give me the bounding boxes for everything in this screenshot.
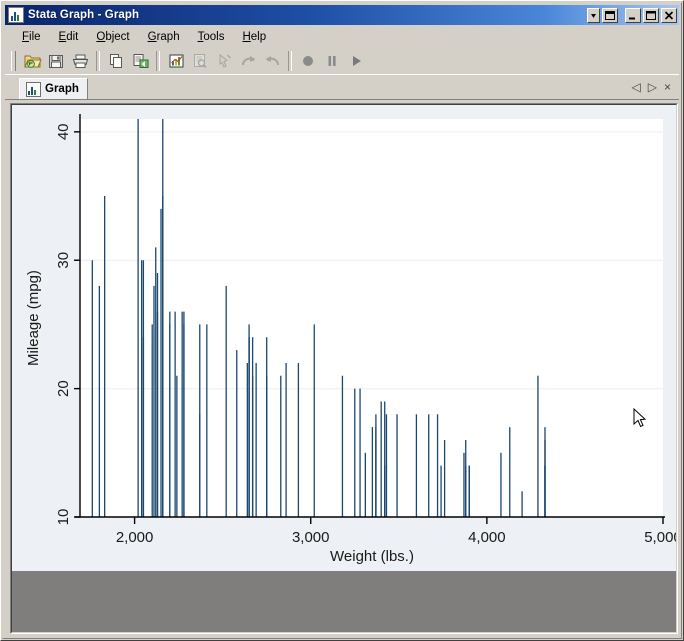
tabs-area: Graph (5, 76, 626, 100)
pointer-pin-button (212, 49, 236, 72)
menu-item-file[interactable]: File (13, 29, 50, 45)
window-inner-frame: Stata Graph - Graph File Edit Object Gra… (2, 2, 682, 639)
window-controls (587, 7, 677, 23)
menu-item-edit[interactable]: Edit (50, 29, 88, 45)
plot-region-background (80, 119, 663, 517)
menu-bar: File Edit Object Graph Tools Help (5, 27, 679, 46)
y-axis-title: Mileage (mpg) (25, 270, 42, 366)
tab-close-icon[interactable]: × (664, 81, 671, 93)
x-tick-label: 5,000 (644, 529, 677, 546)
graph-bottom-strip (12, 571, 676, 632)
toolbar-separator (96, 50, 100, 71)
tab-graph[interactable]: Graph (19, 78, 88, 99)
open-graph-button[interactable] (20, 49, 44, 72)
graph-client-inner: 10 20 30 40 2,000 3,000 4,000 5,000 Mileage (m… (11, 104, 677, 633)
tab-strip: Graph ◁ ▷ × (5, 76, 679, 100)
spike-plot[interactable]: 10 20 30 40 2,000 3,000 4,000 5,000 Mileage (m… (12, 105, 677, 571)
toolbar-separator (156, 50, 160, 71)
x-tick-label: 2,000 (116, 529, 154, 546)
graph-client-area: 10 20 30 40 2,000 3,000 4,000 5,000 Mileage (m… (10, 103, 678, 634)
x-tick-label: 4,000 (468, 529, 506, 546)
record-button (296, 49, 320, 72)
window-menu-dropdown[interactable] (587, 7, 600, 23)
stata-graph-icon (8, 7, 24, 23)
pause-button (320, 49, 344, 72)
x-axis-title: Weight (lbs.) (330, 548, 414, 565)
tab-label: Graph (45, 83, 79, 95)
restore-window-button[interactable] (602, 7, 618, 23)
menu-item-object[interactable]: Object (87, 29, 138, 45)
tab-scroll-right-icon[interactable]: ▷ (648, 81, 657, 93)
grid-edit-button (188, 49, 212, 72)
bar-chart-icon (26, 81, 41, 97)
save-graph-button[interactable] (44, 49, 68, 72)
y-tick-label: 40 (55, 123, 72, 140)
tab-nav: ◁ ▷ × (625, 76, 679, 100)
redo-button (260, 49, 284, 72)
paste-button[interactable] (128, 49, 152, 72)
stata-graph-window: Stata Graph - Graph File Edit Object Gra… (0, 0, 684, 641)
title-bar: Stata Graph - Graph (5, 5, 679, 25)
y-tick-label: 20 (55, 380, 72, 397)
copy-button[interactable] (104, 49, 128, 72)
graph-canvas[interactable]: 10 20 30 40 2,000 3,000 4,000 5,000 Mileage (m… (12, 105, 677, 571)
toolbar-separator (288, 50, 292, 71)
undo-button (236, 49, 260, 72)
print-graph-button[interactable] (68, 49, 92, 72)
menu-item-graph[interactable]: Graph (139, 29, 189, 45)
maximize-window-button[interactable] (643, 7, 659, 23)
tab-scroll-left-icon[interactable]: ◁ (632, 81, 641, 93)
toolbar (5, 47, 679, 75)
window-title: Stata Graph - Graph (28, 9, 140, 21)
minimize-window-button[interactable] (625, 7, 641, 23)
y-tick-label: 30 (55, 252, 72, 269)
toolbar-grip[interactable] (11, 50, 16, 71)
close-window-button[interactable] (661, 7, 677, 23)
menu-item-tools[interactable]: Tools (189, 29, 234, 45)
start-graph-editor-button[interactable] (164, 49, 188, 72)
y-tick-label: 10 (55, 509, 72, 526)
menu-item-help[interactable]: Help (233, 29, 275, 45)
play-button[interactable] (344, 49, 368, 72)
x-tick-label: 3,000 (292, 529, 330, 546)
